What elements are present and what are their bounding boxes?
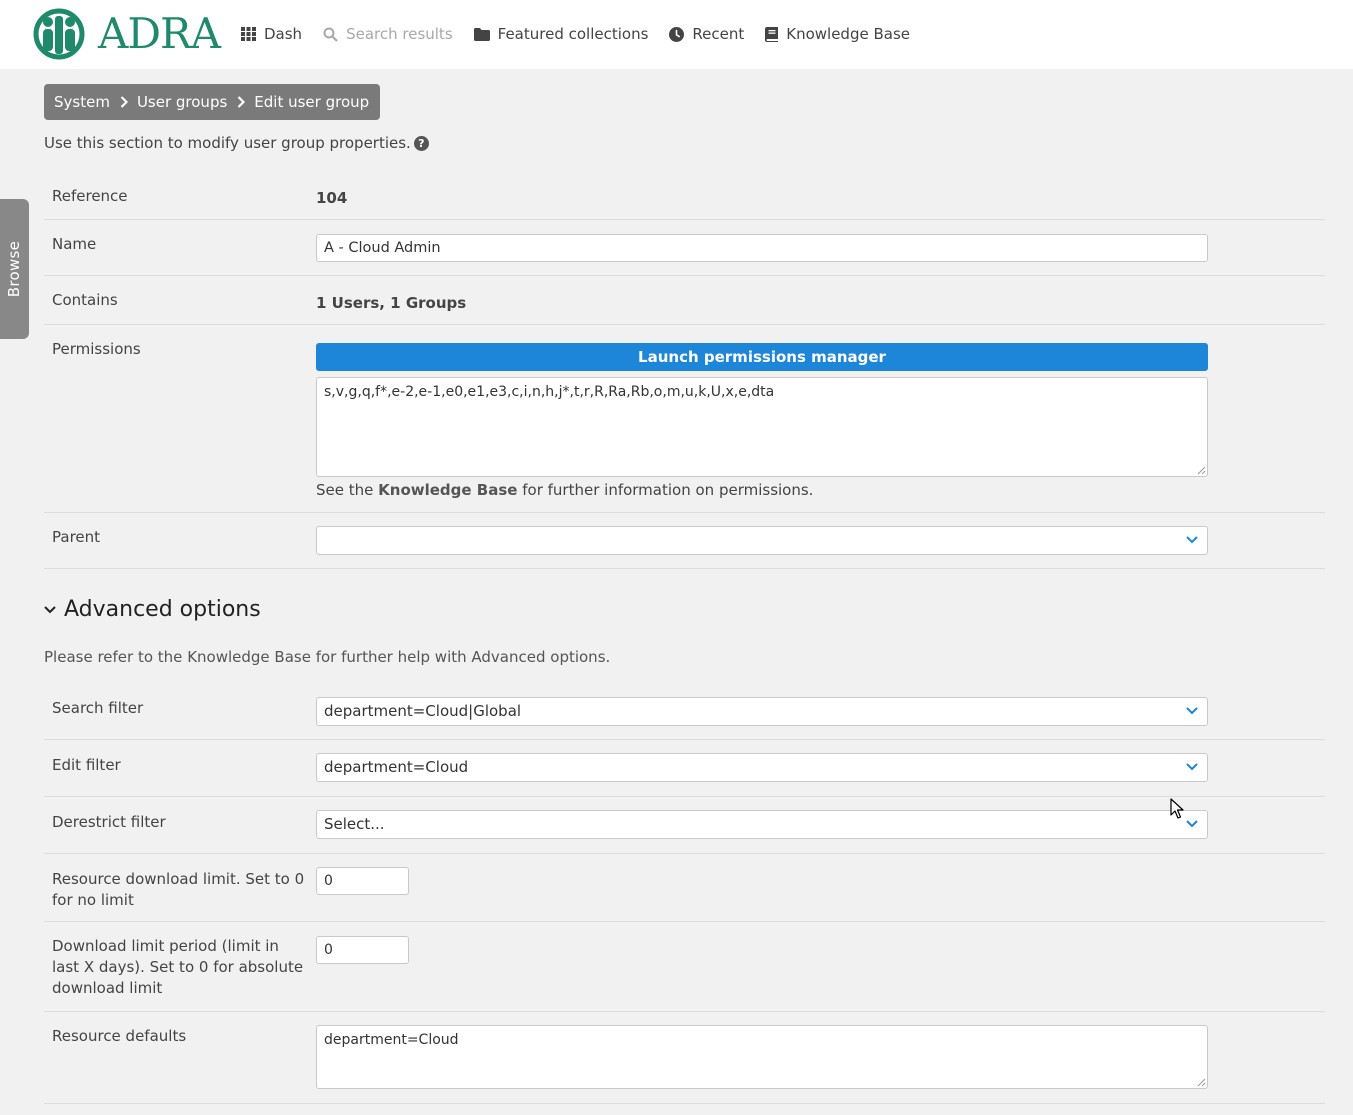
chevron-down-icon — [1186, 820, 1198, 828]
name-label: Name — [52, 235, 97, 253]
derestrict-filter-value: Select... — [324, 815, 385, 833]
intro-label: Use this section to modify user group pr… — [44, 134, 411, 152]
edit-filter-select[interactable]: department=Cloud — [316, 753, 1208, 782]
download-limit-input[interactable]: 0 — [316, 867, 409, 895]
breadcrumb: System User groups Edit user group — [44, 84, 381, 120]
browse-tab-label: Browse — [5, 240, 24, 298]
derestrict-filter-label: Derestrict filter — [52, 813, 166, 831]
name-input[interactable]: A - Cloud Admin — [316, 234, 1208, 262]
nav-featured-collections-label: Featured collections — [497, 25, 649, 43]
help-icon[interactable]: ? — [413, 135, 429, 151]
permissions-label: Permissions — [52, 340, 141, 358]
top-header: ADRA Dash Search results Featured collec… — [0, 0, 1353, 69]
edit-filter-row: Edit filter department=Cloud — [44, 740, 1325, 797]
breadcrumb-edit-user-group: Edit user group — [254, 93, 370, 111]
resize-grip-icon[interactable] — [1197, 1078, 1206, 1087]
permissions-note-prefix: See the — [316, 481, 374, 499]
nav-featured-collections[interactable]: Featured collections — [473, 25, 649, 43]
nav-recent-label: Recent — [692, 25, 745, 43]
breadcrumb-system[interactable]: System — [54, 93, 110, 111]
resource-defaults-text: department=Cloud — [324, 1032, 459, 1048]
permissions-row: Permissions Launch permissions manager s… — [44, 325, 1325, 513]
grid-icon — [241, 27, 256, 41]
nav-recent[interactable]: Recent — [669, 25, 744, 43]
edit-filter-value: department=Cloud — [324, 758, 469, 776]
resource-defaults-textarea[interactable]: department=Cloud — [316, 1025, 1208, 1089]
nav-knowledge-base[interactable]: Knowledge Base — [765, 25, 910, 43]
clock-icon — [669, 26, 685, 42]
nav-search-results[interactable]: Search results — [323, 25, 453, 43]
resource-defaults-label: Resource defaults — [52, 1027, 187, 1045]
search-filter-value: department=Cloud|Global — [324, 702, 522, 720]
edit-filter-label: Edit filter — [52, 756, 121, 774]
contains-label: Contains — [52, 291, 118, 309]
chevron-right-icon — [237, 96, 246, 108]
adra-emblem-icon — [33, 8, 85, 60]
contains-row: Contains 1 Users, 1 Groups — [44, 276, 1325, 325]
nav-knowledge-base-label: Knowledge Base — [786, 25, 910, 43]
chevron-down-icon — [1186, 536, 1198, 544]
reference-label: Reference — [52, 187, 128, 205]
launch-permissions-manager-button[interactable]: Launch permissions manager — [316, 343, 1208, 371]
parent-label: Parent — [52, 528, 101, 546]
advanced-note: Please refer to the Knowledge Base for f… — [44, 648, 610, 666]
derestrict-filter-select[interactable]: Select... — [316, 810, 1208, 839]
download-limit-row: Resource download limit. Set to 0 for no… — [44, 854, 1325, 922]
search-filter-label: Search filter — [52, 699, 144, 717]
book-icon — [765, 26, 779, 42]
download-period-row: Download limit period (limit in last X d… — [44, 922, 1325, 1012]
logo-text: ADRA — [98, 9, 221, 58]
mouse-cursor-icon — [1170, 798, 1184, 819]
breadcrumb-user-groups[interactable]: User groups — [137, 93, 227, 111]
advanced-note-suffix: for further help with Advanced options. — [315, 648, 611, 666]
folder-icon — [473, 27, 490, 41]
parent-select[interactable] — [316, 526, 1208, 555]
nav-dash-label: Dash — [264, 25, 303, 43]
reference-row: Reference 104 — [44, 172, 1325, 220]
resource-defaults-row: Resource defaults department=Cloud — [44, 1012, 1325, 1104]
contains-value: 1 Users, 1 Groups — [316, 294, 467, 312]
chevron-down-icon — [1186, 707, 1198, 715]
nav-search-results-label: Search results — [346, 25, 453, 43]
browse-tab[interactable]: Browse — [0, 199, 29, 339]
permissions-kb-link[interactable]: Knowledge Base — [378, 481, 517, 499]
derestrict-filter-row: Derestrict filter Select... — [44, 797, 1325, 854]
chevron-down-icon — [1186, 763, 1198, 771]
main-nav: Dash Search results Featured collections… — [241, 25, 931, 43]
advanced-kb-link[interactable]: Knowledge Base — [187, 648, 311, 666]
advanced-options-heading: Advanced options — [64, 597, 261, 622]
search-filter-row: Search filter department=Cloud|Global — [44, 684, 1325, 740]
nav-dash[interactable]: Dash — [241, 25, 302, 43]
search-icon — [323, 27, 338, 42]
search-filter-select[interactable]: department=Cloud|Global — [316, 697, 1208, 726]
permissions-kb-note: See the Knowledge Base for further infor… — [316, 481, 813, 499]
permissions-note-suffix: for further information on permissions. — [522, 481, 814, 499]
download-limit-label: Resource download limit. Set to 0 for no… — [52, 870, 305, 909]
chevron-down-icon — [44, 605, 56, 613]
reference-value: 104 — [316, 189, 348, 207]
parent-row: Parent — [44, 513, 1325, 569]
download-period-input[interactable]: 0 — [316, 936, 409, 964]
permissions-text: s,v,g,q,f*,e-2,e-1,e0,e1,e3,c,i,n,h,j*,t… — [324, 384, 775, 400]
name-row: Name A - Cloud Admin — [44, 220, 1325, 276]
chevron-right-icon — [120, 96, 128, 108]
advanced-options-toggle[interactable]: Advanced options — [44, 597, 261, 622]
advanced-note-prefix: Please refer to the — [44, 648, 183, 666]
intro-text: Use this section to modify user group pr… — [44, 134, 429, 152]
adra-logo[interactable]: ADRA — [24, 8, 221, 60]
download-period-label: Download limit period (limit in last X d… — [52, 937, 304, 997]
permissions-textarea[interactable]: s,v,g,q,f*,e-2,e-1,e0,e1,e3,c,i,n,h,j*,t… — [316, 377, 1208, 477]
resize-grip-icon[interactable] — [1197, 466, 1206, 475]
